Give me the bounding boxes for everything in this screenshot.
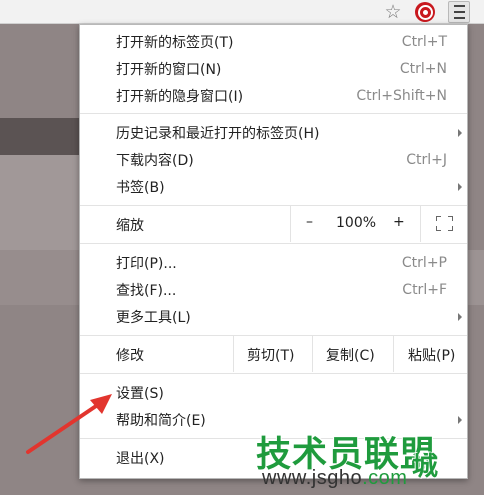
edit-row: 修改 剪切(T) 复制(C) 粘贴(P)	[80, 336, 467, 372]
menu-item-label: 更多工具(L)	[116, 310, 191, 326]
annotation-arrow-icon	[26, 394, 112, 454]
menu-item-label: 下载内容(D)	[116, 153, 194, 169]
menu-item-shortcut: Ctrl+Shift+N	[356, 88, 447, 104]
menu-item-label: 退出(X)	[116, 451, 165, 467]
menu-item-new-incognito-window[interactable]: 打开新的隐身窗口(I) Ctrl+Shift+N	[80, 83, 467, 109]
paste-button[interactable]: 粘贴(P)	[408, 345, 455, 365]
extension-icon[interactable]	[414, 1, 436, 23]
menu-item-shortcut: Ctrl+T	[401, 34, 447, 50]
menu-divider	[80, 113, 467, 114]
watermark-city: 城	[412, 452, 439, 482]
page-background-strip	[0, 250, 80, 305]
browser-main-menu: 打开新的标签页(T) Ctrl+T 打开新的窗口(N) Ctrl+N 打开新的隐…	[79, 24, 468, 479]
bookmark-star-icon[interactable]: ☆	[382, 1, 404, 23]
menu-item-label: 查找(F)...	[116, 283, 177, 299]
fullscreen-icon[interactable]	[436, 216, 453, 231]
menu-divider	[80, 373, 467, 374]
menu-item-label: 打开新的标签页(T)	[116, 35, 234, 51]
menu-item-label: 历史记录和最近打开的标签页(H)	[116, 126, 320, 142]
edit-divider	[233, 336, 234, 372]
watermark-url-main: www.jsgho	[262, 467, 363, 489]
menu-item-label: 帮助和简介(E)	[116, 413, 206, 429]
submenu-arrow-icon	[458, 313, 462, 321]
menu-item-bookmarks[interactable]: 书签(B)	[80, 174, 467, 200]
menu-divider	[80, 243, 467, 244]
watermark-url: www.jsgho.com	[262, 467, 407, 490]
cut-button[interactable]: 剪切(T)	[247, 345, 294, 365]
menu-item-shortcut: Ctrl+F	[402, 282, 447, 298]
page-background-strip-right	[468, 250, 484, 305]
menu-item-shortcut: Ctrl+P	[401, 255, 447, 271]
menu-item-find[interactable]: 查找(F)... Ctrl+F	[80, 277, 467, 303]
menu-item-more-tools[interactable]: 更多工具(L)	[80, 304, 467, 330]
menu-item-label: 打印(P)...	[116, 256, 177, 272]
edit-divider	[312, 336, 313, 372]
menu-item-label: 打开新的隐身窗口(I)	[116, 89, 244, 105]
page-background-panel	[0, 155, 80, 250]
copy-button[interactable]: 复制(C)	[326, 345, 375, 365]
watermark-url-tld: .com	[362, 467, 408, 489]
menu-item-new-tab[interactable]: 打开新的标签页(T) Ctrl+T	[80, 29, 467, 55]
menu-item-shortcut: Ctrl+J	[406, 152, 447, 168]
menu-item-downloads[interactable]: 下载内容(D) Ctrl+J	[80, 147, 467, 173]
zoom-divider	[420, 206, 421, 242]
edit-divider	[393, 336, 394, 372]
zoom-out-button[interactable]: –	[306, 214, 313, 230]
zoom-row: 缩放 – 100% +	[80, 206, 467, 242]
menu-item-label: 设置(S)	[116, 386, 164, 402]
submenu-arrow-icon	[458, 183, 462, 191]
zoom-divider	[290, 206, 291, 242]
submenu-arrow-icon	[458, 416, 462, 424]
page-background-bar	[0, 118, 80, 155]
menu-item-settings[interactable]: 设置(S)	[80, 380, 467, 406]
edit-label: 修改	[116, 348, 144, 364]
menu-item-new-window[interactable]: 打开新的窗口(N) Ctrl+N	[80, 56, 467, 82]
zoom-label: 缩放	[116, 218, 144, 234]
zoom-level: 100%	[336, 215, 377, 231]
hamburger-icon	[453, 3, 465, 21]
menu-item-shortcut: Ctrl+N	[399, 61, 447, 77]
menu-item-label: 书签(B)	[116, 180, 165, 196]
submenu-arrow-icon	[458, 129, 462, 137]
menu-item-label: 打开新的窗口(N)	[116, 62, 222, 78]
browser-toolbar: ☆	[0, 0, 484, 24]
browser-menu-button[interactable]	[448, 1, 470, 23]
menu-item-history[interactable]: 历史记录和最近打开的标签页(H)	[80, 120, 467, 146]
zoom-in-button[interactable]: +	[393, 214, 405, 230]
menu-item-print[interactable]: 打印(P)... Ctrl+P	[80, 250, 467, 276]
